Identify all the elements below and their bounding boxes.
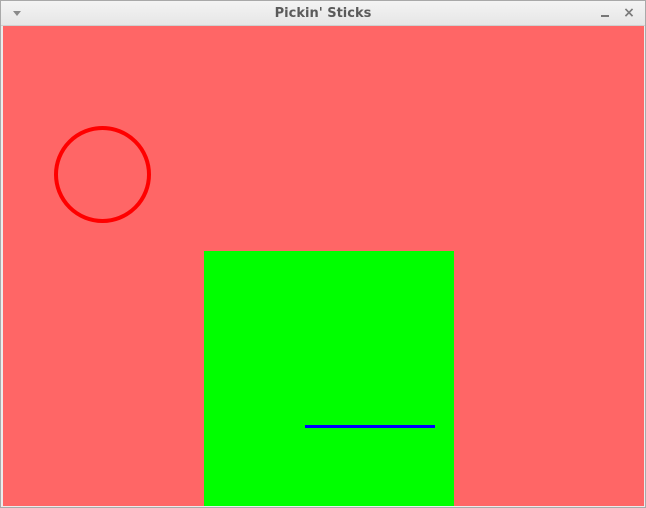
close-button[interactable]: × <box>620 5 638 21</box>
minimize-icon <box>601 15 609 17</box>
blue-stick <box>305 425 435 428</box>
window-title: Pickin' Sticks <box>274 6 372 21</box>
close-icon: × <box>623 5 635 21</box>
game-canvas[interactable] <box>3 26 644 506</box>
green-square <box>204 251 454 506</box>
app-window: Pickin' Sticks × <box>0 0 646 508</box>
title-bar[interactable]: Pickin' Sticks × <box>1 1 645 26</box>
player-circle <box>54 126 151 223</box>
minimize-button[interactable] <box>596 5 614 21</box>
